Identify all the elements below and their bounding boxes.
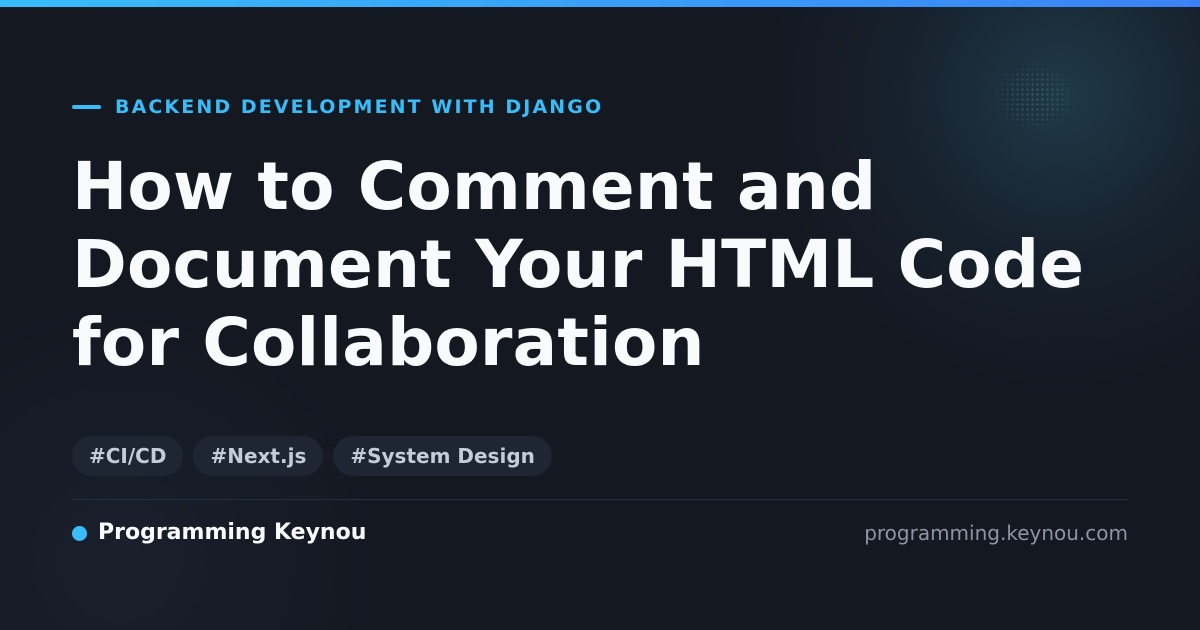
category-label: BACKEND DEVELOPMENT WITH DJANGO	[115, 96, 604, 118]
article-title: How to Comment and Document Your HTML Co…	[72, 148, 1085, 381]
footer-divider	[72, 499, 1129, 500]
category-kicker: BACKEND DEVELOPMENT WITH DJANGO	[72, 95, 603, 119]
top-accent-bar	[0, 0, 1200, 7]
brand-name: Programming Keynou	[98, 520, 367, 545]
site-url: programming.keynou.com	[864, 521, 1128, 545]
tag-chip: #System Design	[333, 436, 552, 476]
tag-chip: #CI/CD	[72, 436, 184, 476]
brand-dot-icon	[72, 525, 87, 541]
tag-chip: #Next.js	[193, 436, 324, 476]
brand: Programming Keynou	[72, 518, 366, 548]
accent-line-icon	[72, 105, 101, 109]
tag-list: #CI/CD #Next.js #System Design	[72, 436, 552, 476]
dot-pattern-decoration	[995, 62, 1075, 132]
og-card: BACKEND DEVELOPMENT WITH DJANGO How to C…	[0, 0, 1200, 630]
